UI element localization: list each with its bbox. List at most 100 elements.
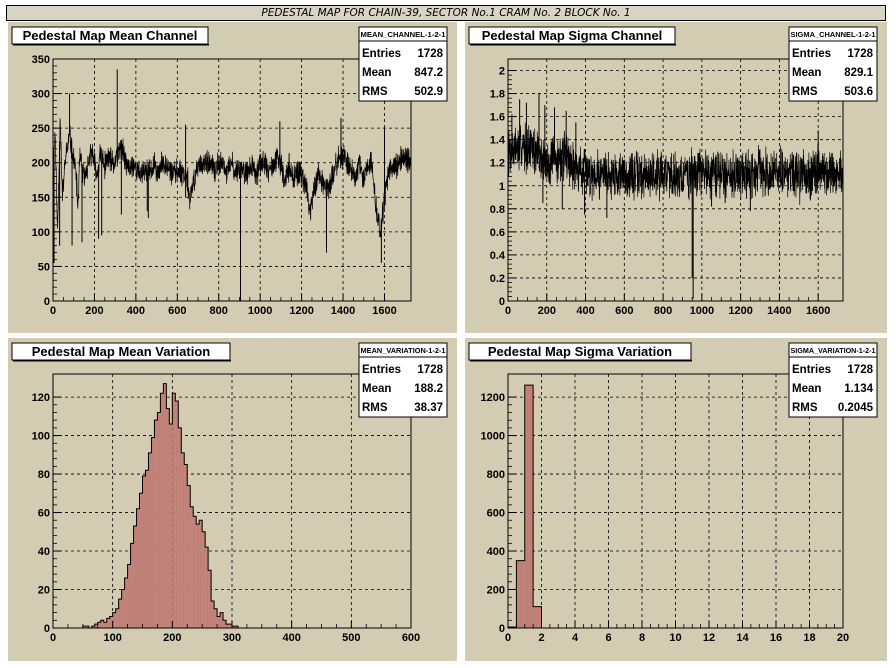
x-tick-label: 1600 <box>372 305 396 317</box>
x-tick-label: 2 <box>538 632 544 644</box>
x-tick-label: 1600 <box>806 305 830 317</box>
x-tick-label: 200 <box>538 305 556 317</box>
histogram-bar <box>160 393 164 628</box>
histogram-bar <box>172 393 176 628</box>
histogram-bar <box>193 516 197 628</box>
x-tick-label: 1000 <box>690 305 714 317</box>
histogram-bar <box>157 412 161 628</box>
y-tick-label: 0.2 <box>490 273 505 285</box>
y-tick-label: 1200 <box>481 392 505 404</box>
stats-box: SIGMA_VARIATION-1-2-1 Entries 1728 Mean 1.13… <box>788 342 878 418</box>
y-tick-label: 100 <box>32 227 50 239</box>
stats-value: 188.2 <box>414 383 443 395</box>
stats-label: RMS <box>362 86 388 98</box>
stats-label: Entries <box>792 48 831 60</box>
y-tick-label: 1.4 <box>490 135 506 147</box>
x-tick-label: 1400 <box>767 305 791 317</box>
x-tick-label: 1000 <box>248 305 272 317</box>
y-tick-label: 600 <box>487 508 505 520</box>
histogram-bar <box>199 520 203 628</box>
y-tick-label: 150 <box>32 192 50 204</box>
stats-label: RMS <box>792 86 818 98</box>
y-tick-label: 250 <box>32 123 50 135</box>
stats-label: Entries <box>362 48 401 60</box>
chart-title-box: Pedestal Map Mean Channel <box>11 26 209 46</box>
x-tick-label: 200 <box>85 305 103 317</box>
stats-label: RMS <box>362 402 388 414</box>
histogram-bar <box>166 408 170 628</box>
x-tick-label: 14 <box>736 632 749 644</box>
sigma-channel-pad: 0 200 400 600 800 1000 1200 1400 1600 0 0.2 0.4 0.6 0… <box>465 22 887 333</box>
x-tick-label: 500 <box>342 632 360 644</box>
y-tick-label: 800 <box>487 469 505 481</box>
histogram-bar <box>148 452 152 628</box>
stats-value: 1.134 <box>844 383 873 395</box>
y-tick-label: 400 <box>487 546 505 558</box>
y-tick-label: 0 <box>499 296 505 308</box>
y-tick-label: 120 <box>32 392 50 404</box>
y-tick-label: 2 <box>499 66 505 78</box>
mean-variation-pad: 0 100 200 300 400 500 600 0 20 40 60 80 100 120 Pedest… <box>8 338 457 661</box>
y-tick-label: 350 <box>32 54 50 66</box>
y-tick-label: 0 <box>499 623 505 635</box>
stats-box: MEAN_VARIATION-1-2-1 Entries 1728 Mean 188.2… <box>358 342 448 418</box>
stats-value: 1728 <box>847 48 873 60</box>
chart-title: Pedestal Map Sigma Variation <box>488 344 672 359</box>
histogram-bar <box>151 437 155 628</box>
stats-label: RMS <box>792 402 818 414</box>
x-tick-label: 300 <box>223 632 241 644</box>
histogram-bar <box>136 508 140 628</box>
stats-value: 1728 <box>417 48 443 60</box>
histogram-bar <box>226 624 230 628</box>
x-tick-label: 20 <box>837 632 849 644</box>
y-tick-label: 300 <box>32 89 50 101</box>
plot-area <box>53 59 411 301</box>
chart-title-box: Pedestal Map Sigma Channel <box>468 26 676 46</box>
stats-value: 847.2 <box>414 67 443 79</box>
chart-title-shadow <box>13 44 209 46</box>
y-tick-label: 1.6 <box>490 112 505 124</box>
chart-title: Pedestal Map Mean Channel <box>23 28 198 43</box>
y-tick-label: 0.6 <box>490 227 505 239</box>
x-tick-label: 200 <box>163 632 181 644</box>
x-tick-label: 18 <box>803 632 815 644</box>
histogram-bar <box>533 606 542 628</box>
stats-value: 0.2045 <box>838 402 874 414</box>
y-tick-label: 80 <box>38 469 50 481</box>
histogram-bar <box>181 452 185 628</box>
stats-label: Mean <box>792 67 821 79</box>
chart-title-shadow <box>470 360 692 362</box>
y-tick-label: 0.8 <box>490 204 505 216</box>
x-tick-label: 10 <box>669 632 681 644</box>
x-tick-label: 400 <box>127 305 145 317</box>
stats-box: SIGMA_CHANNEL-1-2-1 Entries 1728 Mean 829.1 R… <box>788 26 878 102</box>
histogram-bar <box>178 427 182 628</box>
histogram-bar <box>163 383 167 628</box>
stats-value: 503.6 <box>844 86 873 98</box>
histogram-bar <box>516 560 525 628</box>
sigma-variation-pad: 0 2 4 6 8 10 12 14 16 18 20 0 200 400 600 800 1000 1200 Pe… <box>465 338 887 661</box>
y-tick-label: 50 <box>38 261 50 273</box>
histogram-bar <box>139 493 143 628</box>
y-tick-label: 200 <box>487 585 505 597</box>
y-tick-label: 0 <box>44 296 50 308</box>
chart-title-box: Pedestal Map Mean Variation <box>11 342 231 362</box>
histogram-bar <box>217 616 221 628</box>
histogram-bar <box>154 420 158 628</box>
x-tick-label: 400 <box>282 632 300 644</box>
page-title: PEDESTAL MAP FOR CHAIN-39, SECTOR No.1 C… <box>6 5 886 21</box>
y-tick-label: 1.8 <box>490 89 505 101</box>
stats-value: 502.9 <box>414 86 443 98</box>
x-tick-label: 100 <box>103 632 121 644</box>
x-tick-label: 1200 <box>728 305 752 317</box>
y-tick-label: 40 <box>38 546 50 558</box>
y-tick-label: 200 <box>32 158 50 170</box>
stats-box: MEAN_CHANNEL-1-2-1 Entries 1728 Mean 847.2 RM… <box>358 26 448 102</box>
chart-svg: 0 100 200 300 400 500 600 0 20 40 60 80 100 120 Pedest… <box>11 342 448 644</box>
x-tick-label: 0 <box>505 632 511 644</box>
x-tick-label: 800 <box>210 305 228 317</box>
x-tick-label: 600 <box>168 305 186 317</box>
x-tick-label: 1200 <box>289 305 313 317</box>
histogram-bar <box>524 385 534 628</box>
histogram-bar <box>142 475 146 628</box>
